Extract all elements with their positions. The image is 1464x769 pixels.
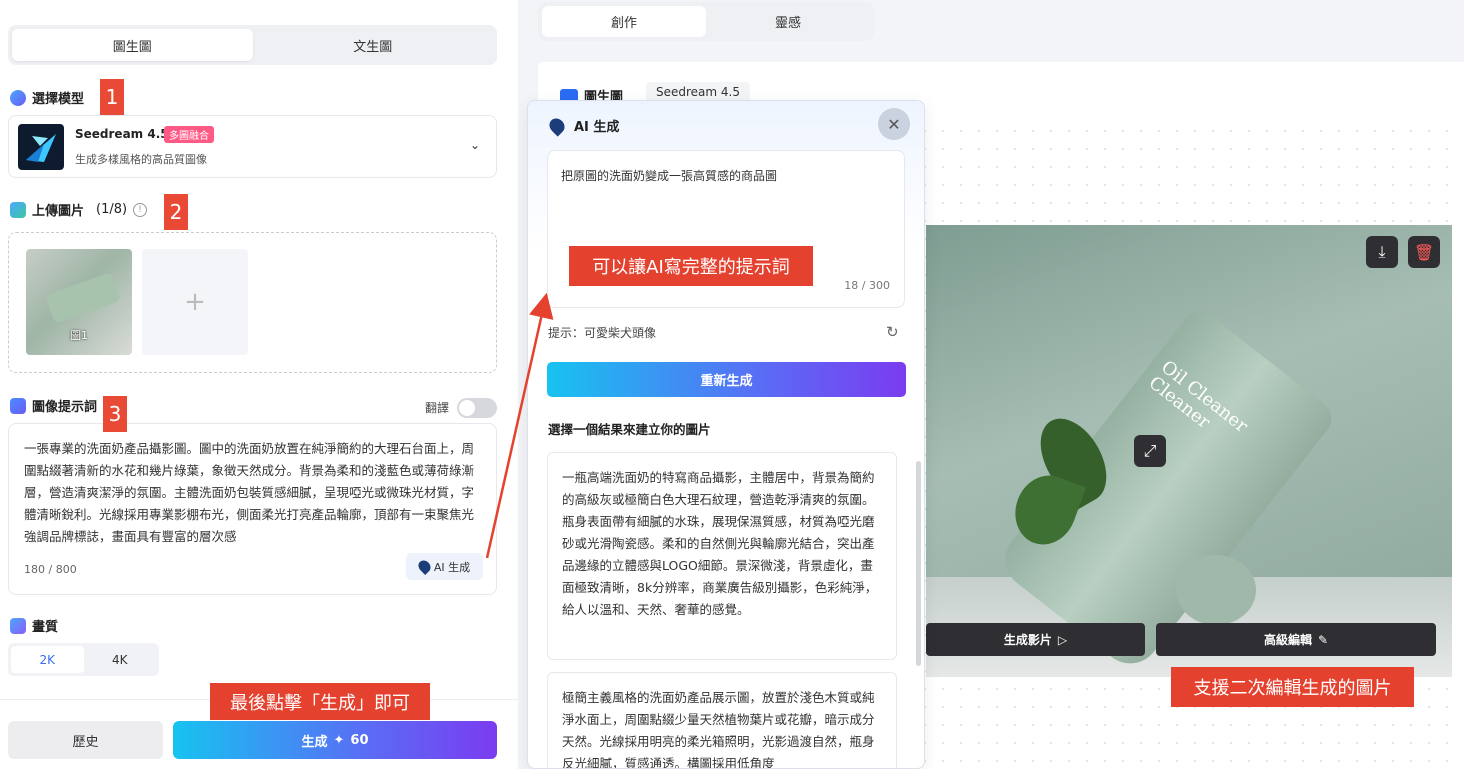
info-icon[interactable]: ! (133, 202, 148, 217)
image-icon (10, 201, 26, 218)
annotation-ai-hint: 可以讓AI寫完整的提示詞 (569, 246, 813, 286)
prompt-input[interactable]: 一張專業的洗面奶產品攝影圖。圖中的洗面奶放置在純淨簡約的大理石台面上，周圍點綴著… (8, 423, 497, 595)
upload-section-title: 上傳圖片 (1/8) ! (10, 200, 148, 219)
left-panel: 圖生圖 文生圖 選擇模型 Seedream 4.5 多圖融合 生成多樣風格的高品… (0, 0, 518, 769)
tab-text-to-image[interactable]: 文生圖 (253, 29, 494, 61)
tab-image-to-image[interactable]: 圖生圖 (12, 29, 253, 61)
regenerate-button[interactable]: 重新生成 (547, 362, 906, 397)
advanced-edit-button[interactable]: 高級編輯 ✎ (1156, 623, 1436, 656)
popup-subtitle: 選擇一個結果來建立你的圖片 (548, 422, 711, 437)
upload-count: (1/8) (96, 202, 128, 217)
quality-selector: 2K 4K (8, 643, 159, 676)
trash-icon[interactable]: 🗑 (1408, 236, 1440, 268)
ai-generate-popup: AI 生成 ✕ 把原圖的洗面奶變成一張高質感的商品圖 18 / 300 提示：可… (527, 100, 925, 769)
annotation-3: 3 (103, 396, 127, 432)
model-tag: 多圖融合 (164, 126, 214, 143)
add-image-button[interactable]: + (142, 249, 248, 355)
sparkle-icon: ✦ (333, 732, 345, 748)
uploaded-thumbnail[interactable]: 圖1 (26, 249, 132, 355)
tab-create[interactable]: 創作 (542, 6, 706, 37)
annotation-2: 2 (164, 194, 188, 230)
refresh-icon[interactable]: ↻ (886, 323, 899, 341)
history-button[interactable]: 歷史 (8, 721, 163, 759)
prompt-section-title: 圖像提示詞 (10, 396, 97, 415)
mode-tabs: 圖生圖 文生圖 (8, 25, 497, 65)
ai-pin-icon (546, 114, 568, 137)
edit-doc-icon: ✎ (1317, 632, 1329, 647)
annotation-final: 最後點擊「生成」即可 (210, 683, 430, 720)
ai-pin-icon (415, 558, 433, 575)
quality-2k[interactable]: 2K (11, 646, 84, 673)
popup-title: AI 生成 (546, 114, 619, 137)
annotation-edit-hint: 支援二次編輯生成的圖片 (1171, 667, 1414, 707)
translate-toggle[interactable] (457, 398, 497, 418)
model-desc: 生成多樣風格的高品質圖像 (75, 153, 207, 166)
popup-scrollbar[interactable] (916, 461, 921, 666)
upload-area[interactable]: 圖1 + (8, 232, 497, 373)
translate-label: 翻譯 (425, 401, 450, 415)
generate-cost: 60 (350, 732, 369, 748)
chevron-down-icon[interactable]: ⌄ (470, 138, 480, 152)
tab-inspiration[interactable]: 靈感 (706, 6, 870, 37)
top-tabs: 創作 靈感 (538, 2, 874, 41)
model-name: Seedream 4.5 (75, 127, 169, 141)
generate-button[interactable]: 生成 ✦ 60 (173, 721, 497, 759)
model-selector[interactable]: Seedream 4.5 多圖融合 生成多樣風格的高品質圖像 ⌄ (8, 115, 497, 178)
work-header-model-tag: Seedream 4.5 (646, 82, 750, 102)
quality-icon (10, 617, 26, 634)
annotation-1: 1 (100, 79, 124, 115)
result-image[interactable]: Oil Cleaner Cleaner ⤓ 🗑 ⤢ 生成影片 ▷ 高級編輯 ✎ (926, 225, 1452, 677)
expand-icon[interactable]: ⤢ (1134, 435, 1166, 467)
thumbnail-label: 圖1 (70, 329, 88, 342)
prompt-text[interactable]: 一張專業的洗面奶產品攝影圖。圖中的洗面奶放置在純淨簡約的大理石台面上，周圍點綴著… (24, 438, 484, 546)
quality-section-title: 畫質 (10, 616, 58, 635)
popup-hint: 提示：可愛柴犬頭像 (548, 326, 657, 340)
close-icon[interactable]: ✕ (878, 108, 910, 140)
ai-generate-button[interactable]: AI 生成 (406, 553, 483, 580)
popup-prompt-text[interactable]: 把原圖的洗面奶變成一張高質感的商品圖 (561, 167, 777, 184)
prompt-count: 180 / 800 (24, 563, 77, 576)
result-option-2[interactable]: 極簡主義風格的洗面奶產品展示圖，放置於淺色木質或純淨水面上，周圍點綴少量天然植物… (547, 672, 897, 768)
download-icon[interactable]: ⤓ (1366, 236, 1398, 268)
edit-icon (10, 397, 26, 414)
model-section-title: 選擇模型 (10, 88, 84, 107)
brain-icon (10, 89, 26, 106)
play-icon: ▷ (1057, 632, 1068, 647)
result-option-1[interactable]: 一瓶高端洗面奶的特寫商品攝影，主體居中，背景為簡約的高級灰或極簡白色大理石紋理，… (547, 452, 897, 660)
seedream-logo-icon (18, 124, 64, 170)
popup-prompt-count: 18 / 300 (844, 279, 890, 292)
quality-4k[interactable]: 4K (84, 646, 157, 673)
generate-video-button[interactable]: 生成影片 ▷ (926, 623, 1145, 656)
